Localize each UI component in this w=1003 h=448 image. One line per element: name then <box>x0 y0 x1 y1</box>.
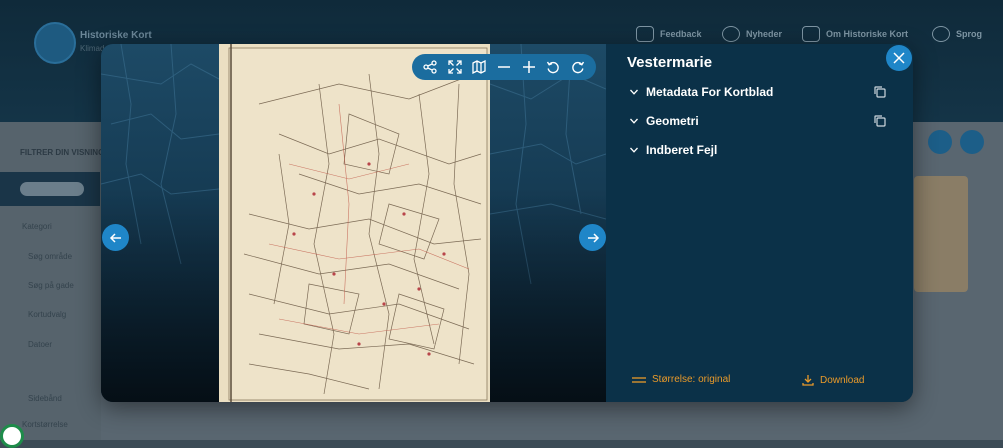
close-button[interactable] <box>886 45 912 71</box>
sidebar-item[interactable]: Datoer <box>28 340 52 349</box>
sidebar-active-pill[interactable] <box>20 182 84 196</box>
previous-map-button[interactable] <box>102 224 129 251</box>
sidebar-item[interactable]: Kortudvalg <box>28 310 66 319</box>
section-label: Metadata For Kortblad <box>646 85 774 99</box>
map-icon[interactable] <box>469 57 489 77</box>
info-icon <box>802 26 820 42</box>
map-title: Vestermarie <box>627 54 713 71</box>
section-report-error[interactable]: Indberet Fejl <box>627 140 887 160</box>
menu-lines-icon <box>632 376 646 383</box>
chevron-down-icon <box>627 85 641 99</box>
chevron-down-icon <box>627 143 641 157</box>
background-map-button[interactable] <box>928 130 952 154</box>
map-detail-modal: Vestermarie Metadata For Kortblad Geomet… <box>101 44 913 402</box>
size-label: Størrelse: original <box>652 374 731 385</box>
globe-icon <box>932 26 950 42</box>
close-icon <box>893 52 905 64</box>
sidebar-item[interactable]: Søg område <box>28 252 72 261</box>
copy-icon[interactable] <box>873 114 887 128</box>
section-label: Geometri <box>646 114 699 128</box>
section-metadata[interactable]: Metadata For Kortblad <box>627 82 887 102</box>
nav-news[interactable]: Nyheder <box>722 26 782 42</box>
fullscreen-icon[interactable] <box>445 57 465 77</box>
nav-about[interactable]: Om Historiske Kort <box>802 26 908 42</box>
arrow-left-icon <box>109 232 121 243</box>
cookie-icon[interactable] <box>0 424 24 448</box>
historic-map-image <box>219 44 490 402</box>
viewer-toolbar <box>412 54 596 80</box>
rotate-left-icon[interactable] <box>543 57 563 77</box>
section-label: Indberet Fejl <box>646 143 718 157</box>
info-panel: Vestermarie Metadata For Kortblad Geomet… <box>606 44 913 402</box>
download-label: Download <box>820 374 865 386</box>
arrow-right-icon <box>587 232 599 243</box>
size-selector[interactable]: Størrelse: original <box>632 374 730 385</box>
download-icon <box>802 375 814 386</box>
map-viewer[interactable] <box>101 44 606 402</box>
historic-map-drawing <box>219 44 490 402</box>
chevron-down-icon <box>627 114 641 128</box>
sidebar-item[interactable]: Kategori <box>22 222 52 231</box>
background-thumbnail <box>914 176 968 292</box>
site-logo-text: Historiske Kort <box>80 30 152 41</box>
sidebar-item[interactable]: Sidebånd <box>28 394 62 403</box>
download-button[interactable]: Download <box>802 374 864 386</box>
nav-language[interactable]: Sprog <box>932 26 982 42</box>
sidebar-item[interactable]: Søg på gade <box>28 281 74 290</box>
sidebar-title: FILTRER DIN VISNING <box>20 148 105 157</box>
nav-feedback[interactable]: Feedback <box>636 26 702 42</box>
zoom-in-icon[interactable] <box>519 57 539 77</box>
site-logo <box>34 22 76 64</box>
rotate-right-icon[interactable] <box>568 57 588 77</box>
share-icon[interactable] <box>420 57 440 77</box>
copy-icon[interactable] <box>873 85 887 99</box>
chat-icon <box>636 26 654 42</box>
next-map-button[interactable] <box>579 224 606 251</box>
sidebar-item[interactable]: Kortstørrelse <box>22 420 68 429</box>
section-geometry[interactable]: Geometri <box>627 111 887 131</box>
zoom-out-icon[interactable] <box>494 57 514 77</box>
background-list-button[interactable] <box>960 130 984 154</box>
bell-icon <box>722 26 740 42</box>
